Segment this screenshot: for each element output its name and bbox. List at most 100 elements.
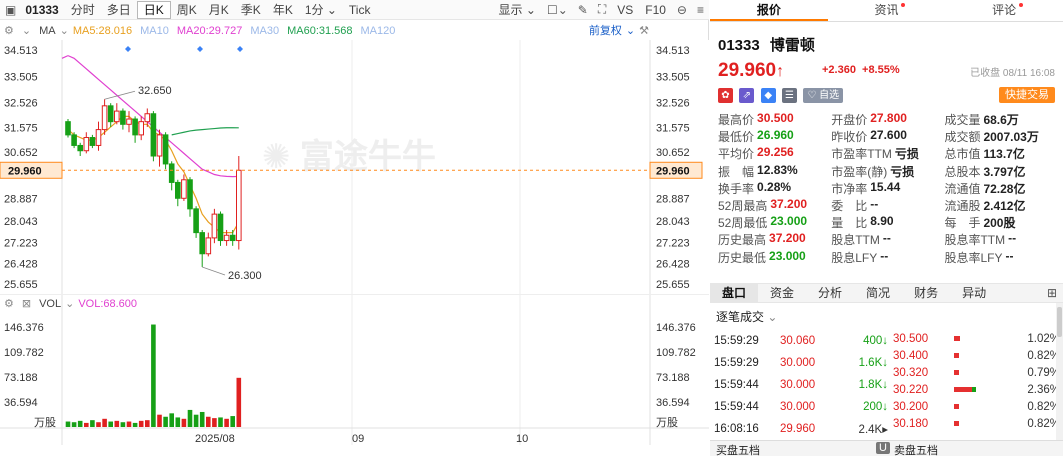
stat-cell: 流通股 2.412亿: [944, 197, 1057, 214]
quote-panel: 报价 资讯 评论 01333 博雷顿 29.960↑ +2.360 +8.55%…: [710, 0, 1063, 457]
tab-comments[interactable]: 评论: [945, 0, 1063, 21]
volume-bar: [169, 413, 174, 427]
stat-value: 8.90: [870, 214, 894, 229]
level-price: 30.400: [893, 349, 929, 362]
tab-yearly-k[interactable]: 年K: [267, 1, 299, 19]
tab-intraday[interactable]: 分时: [65, 1, 101, 19]
volume-bar: [114, 420, 120, 427]
tab-news[interactable]: 资讯: [828, 0, 946, 21]
comments-dot-icon: [1019, 3, 1024, 7]
menu-icon[interactable]: ≡: [692, 3, 709, 17]
stat-cell: 股息TTM --: [831, 231, 944, 248]
stat-label: 最高价: [718, 113, 755, 128]
tab-daily-k[interactable]: 日K: [136, 0, 171, 19]
quick-trade-button[interactable]: 快捷交易: [999, 87, 1055, 103]
price-tick-left: 34.513: [4, 45, 38, 57]
down-arrow-icon: ↓: [882, 357, 888, 369]
level-bar-wrap: [950, 402, 1020, 412]
vol-settings-icon[interactable]: ⚙: [0, 295, 18, 313]
stat-value: 30.500: [757, 111, 794, 126]
tab-tick[interactable]: Tick: [343, 1, 377, 19]
compare-button[interactable]: VS: [611, 1, 639, 19]
down-arrow-icon: ↓: [882, 335, 888, 347]
vol-dropdown-icon[interactable]: ⌄: [65, 295, 74, 313]
fullscreen-icon[interactable]: ⛶: [593, 2, 611, 17]
stat-label: 市盈率TTM: [831, 147, 892, 162]
volume-bar: [236, 377, 242, 427]
level-pct: 0.82%: [1027, 417, 1060, 430]
tape-price: 30.000: [780, 401, 816, 413]
volume-bar: [132, 422, 138, 427]
tab-multiday[interactable]: 多日: [101, 1, 137, 19]
f10-button[interactable]: F10: [639, 1, 672, 19]
subtab-financials[interactable]: 财务: [902, 284, 950, 302]
tab-weekly-k[interactable]: 周K: [171, 1, 203, 19]
stat-value: 27.600: [870, 128, 907, 143]
subtab-anomalies[interactable]: 异动: [950, 284, 998, 302]
volume-tick-left: 73.188: [4, 372, 38, 384]
tape-dropdown-icon[interactable]: ⌄: [767, 310, 777, 324]
vol-indicator-label[interactable]: VOL: [35, 295, 65, 313]
stat-label: 换手率: [718, 181, 755, 196]
candlestick-chart[interactable]: ✺ 富途牛牛 34.513 33.505 32.526 31.575 30.652 28.…: [0, 20, 709, 456]
price-tick-left: 26.428: [4, 259, 38, 271]
volume-tick-right: 146.376: [656, 322, 696, 334]
share-icon[interactable]: ⇗: [739, 88, 755, 103]
volume-bar: [199, 411, 205, 427]
note-icon[interactable]: ☰: [782, 88, 798, 103]
more-grid-icon[interactable]: ⊞: [1041, 286, 1063, 300]
subtab-orderbook[interactable]: 盘口: [710, 284, 759, 302]
level-bar-wrap: [950, 368, 1020, 378]
subtab-analysis[interactable]: 分析: [806, 284, 854, 302]
tab-1min[interactable]: 1分 ⌄: [299, 1, 343, 19]
watchlist-button[interactable]: ♡ 自选: [803, 88, 844, 103]
stats-row: 换手率 0.28% 市净率 15.44 流通值 72.28亿: [718, 180, 1058, 197]
stat-value: 68.6万: [983, 113, 1019, 128]
tape-price: 29.960: [780, 423, 816, 435]
stat-value: 2.412亿: [983, 199, 1026, 214]
minus-circle-icon[interactable]: ⊖: [672, 3, 692, 17]
stock-code: 01333: [25, 2, 59, 17]
panel-toggle-icon[interactable]: ▣: [0, 3, 21, 17]
tab-quarterly-k[interactable]: 季K: [235, 1, 267, 19]
display-dropdown[interactable]: 显示 ⌄: [493, 1, 542, 19]
quote-tabs: 报价 资讯 评论: [710, 0, 1063, 22]
tag-icon[interactable]: ◆: [760, 88, 776, 103]
stat-value: 113.7亿: [983, 147, 1025, 162]
stock-code-label: 01333: [718, 37, 760, 54]
stat-cell: 股息LFY --: [831, 249, 944, 266]
subtab-profile[interactable]: 简况: [854, 284, 902, 302]
stat-cell: 开盘价 27.800: [831, 111, 944, 128]
stat-value: 2007.03万: [983, 130, 1039, 145]
time-and-sales[interactable]: 15:59:29 30.060 400↓ 15:59:29 30.000 1.6K↓ 15:…: [710, 330, 888, 440]
tape-header: 逐笔成交 ⌄: [716, 308, 777, 325]
vol-close-icon[interactable]: ⊠: [18, 295, 35, 313]
level-pct: 0.79%: [1027, 366, 1060, 379]
volume-bar: [145, 420, 150, 427]
subtab-capital[interactable]: 资金: [758, 284, 806, 302]
stat-cell: 市盈率TTM 亏损: [831, 145, 944, 162]
level-bar: [954, 352, 959, 358]
tab-monthly-k[interactable]: 月K: [203, 1, 235, 19]
tape-volume-value: 200: [863, 401, 883, 413]
price-tick-right: 30.652: [656, 147, 690, 159]
checkbox-icon[interactable]: ☐⌄: [542, 3, 573, 17]
volume-tick-left: 146.376: [4, 322, 44, 334]
stat-label: 市盈率(静): [831, 164, 888, 179]
stat-value: 23.000: [769, 248, 806, 263]
level-bar: [954, 420, 959, 426]
scroll-thumb[interactable]: [1057, 307, 1062, 337]
stat-value: 200股: [983, 216, 1016, 231]
tape-scrollbar[interactable]: [1056, 303, 1063, 440]
volume-bar: [212, 418, 217, 427]
volume-tick-right: 73.188: [656, 372, 690, 384]
tape-volume-value: 1.8K: [858, 379, 883, 391]
depth-footer: 买盘五档 U 卖盘五档: [710, 440, 1063, 457]
tab-quote[interactable]: 报价: [710, 0, 828, 21]
stat-label: 每 手: [944, 216, 981, 231]
high-annotation: 32.650: [138, 85, 172, 97]
volume-bar: [181, 418, 187, 427]
price-levels[interactable]: 30.500 1.02% 30.400 0.82% 30.320 0.79% 30.220 2…: [890, 330, 1063, 432]
draw-pencil-icon[interactable]: ✎: [573, 3, 593, 17]
stat-value: 26.960: [757, 128, 794, 143]
